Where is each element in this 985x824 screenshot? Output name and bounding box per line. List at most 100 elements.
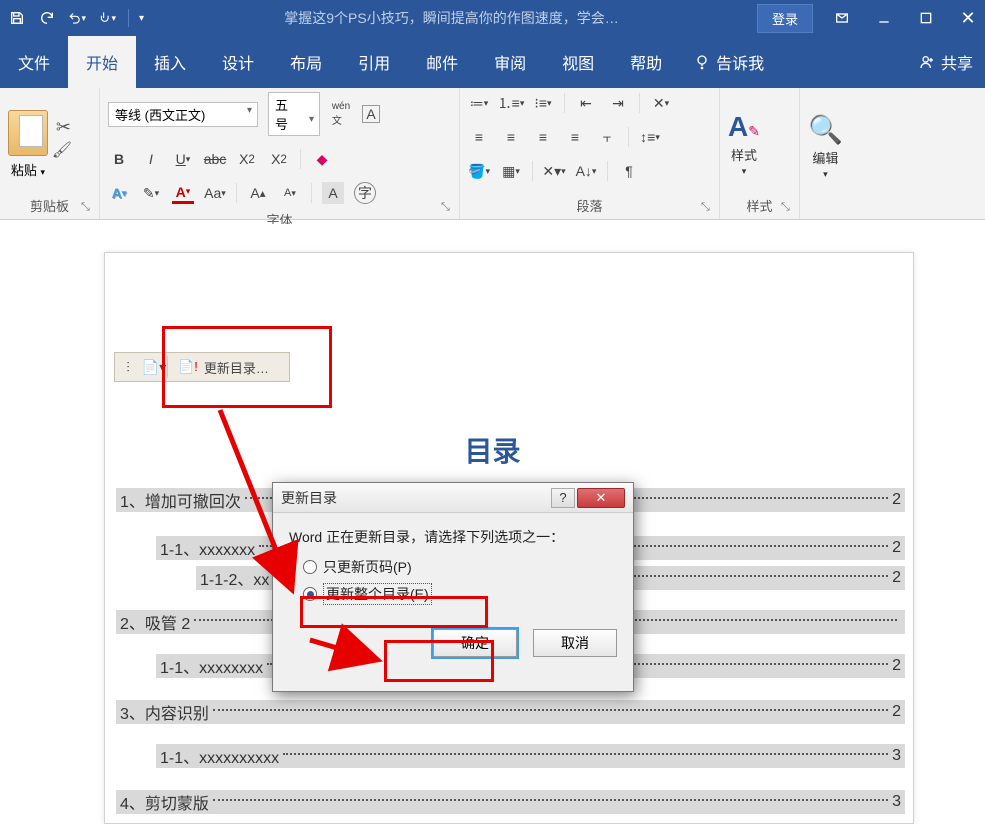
save-icon[interactable] (8, 9, 26, 27)
radio-label-pages: 只更新页码(P) (323, 557, 412, 577)
bullets-icon[interactable]: ≔ (468, 92, 490, 114)
asian-layout-icon[interactable]: ✕ (650, 92, 672, 114)
toc-entry[interactable]: 3、内容识别 2 (116, 700, 905, 724)
change-case-icon[interactable]: Aa (204, 182, 226, 204)
find-button[interactable]: 🔍 编辑 ▾ (808, 113, 843, 180)
tab-references[interactable]: 引用 (340, 36, 408, 88)
annotation-highlight-2 (300, 596, 488, 628)
character-border-icon[interactable]: A (362, 105, 380, 123)
ribbon: ✂ 粘贴 ▾ 🖌 剪贴板 ⤡ 等线 (西文正文) 五号 wén文 A B I U (0, 88, 985, 220)
tab-home[interactable]: 开始 (68, 36, 136, 88)
align-right-icon[interactable]: ≡ (532, 126, 554, 148)
grow-font-icon[interactable]: A▴ (247, 182, 269, 204)
toc-entry-text: 1-1、xxxxxxxx (160, 654, 263, 678)
strikethrough-icon[interactable]: abc (204, 148, 226, 170)
snap-to-grid-icon[interactable]: ✕▾ (543, 160, 565, 182)
tab-help[interactable]: 帮助 (612, 36, 680, 88)
subscript-icon[interactable]: X2 (236, 148, 258, 170)
toc-entry-text: 1-1、xxxxxxx (160, 536, 255, 560)
ribbon-tabs: 文件 开始 插入 设计 布局 引用 邮件 审阅 视图 帮助 告诉我 共享 (0, 36, 985, 88)
align-center-icon[interactable]: ≡ (500, 126, 522, 148)
toc-entry[interactable]: 1-1、xxxxxxxxxx3 (156, 744, 905, 768)
multilevel-list-icon[interactable]: ⁝≡ (532, 92, 554, 114)
group-clipboard: ✂ 粘贴 ▾ 🖌 剪贴板 ⤡ (0, 88, 100, 219)
font-size-select[interactable]: 五号 (268, 92, 320, 136)
tab-insert[interactable]: 插入 (136, 36, 204, 88)
distributed-icon[interactable]: ⫟ (596, 126, 618, 148)
ribbon-options-icon[interactable] (833, 9, 851, 27)
dialog-prompt: Word 正在更新目录，请选择下列选项之一： (289, 527, 617, 547)
toc-entry-page: 3 (892, 793, 901, 811)
toc-entry-page: 2 (892, 569, 901, 587)
qat-more-icon[interactable]: ▾ (128, 9, 146, 27)
font-dialog-launcher-icon[interactable]: ⤡ (441, 201, 455, 215)
radio-icon[interactable] (303, 560, 317, 574)
styles-dialog-launcher-icon[interactable]: ⤡ (781, 201, 795, 215)
show-marks-icon[interactable]: ¶ (618, 160, 640, 182)
decrease-indent-icon[interactable]: ⇤ (575, 92, 597, 114)
character-shading-icon[interactable]: A (322, 182, 344, 204)
tell-me-search[interactable]: 告诉我 (680, 36, 778, 88)
shading-icon[interactable]: 🪣 (468, 160, 490, 182)
tab-design[interactable]: 设计 (204, 36, 272, 88)
shrink-font-icon[interactable]: A▾ (279, 182, 301, 204)
close-icon[interactable]: ✕ (959, 9, 977, 27)
cancel-button[interactable]: 取消 (533, 629, 617, 657)
font-name-select[interactable]: 等线 (西文正文) (108, 102, 258, 127)
tell-me-label: 告诉我 (716, 50, 764, 74)
paragraph-dialog-launcher-icon[interactable]: ⤡ (701, 201, 715, 215)
toc-leader-dots (213, 799, 888, 801)
toc-entry-page: 2 (892, 703, 901, 721)
annotation-highlight-1 (162, 326, 332, 408)
highlight-icon[interactable]: ✎ (140, 182, 162, 204)
tab-review[interactable]: 审阅 (476, 36, 544, 88)
toc-entry[interactable]: 4、剪切蒙版3 (116, 790, 905, 814)
borders-icon[interactable]: ▦ (500, 160, 522, 182)
tab-mailings[interactable]: 邮件 (408, 36, 476, 88)
superscript-icon[interactable]: X2 (268, 148, 290, 170)
paste-icon[interactable]: ✂ (8, 110, 48, 156)
dialog-help-icon[interactable]: ? (551, 488, 575, 508)
phonetic-guide-icon[interactable]: wén文 (330, 103, 352, 125)
login-button[interactable]: 登录 (757, 4, 813, 33)
toc-gripper-icon[interactable]: ⫶ (115, 359, 141, 376)
clear-formatting-icon[interactable]: ◆ (311, 148, 333, 170)
numbering-icon[interactable]: ⒈≡ (500, 92, 522, 114)
dialog-titlebar[interactable]: 更新目录 ? ✕ (273, 483, 633, 513)
minimize-icon[interactable] (875, 9, 893, 27)
share-button[interactable]: 共享 (907, 36, 985, 88)
paste-button[interactable]: 粘贴 ▾ (11, 160, 45, 179)
dialog-title: 更新目录 (281, 488, 337, 508)
tab-layout[interactable]: 布局 (272, 36, 340, 88)
search-icon: 🔍 (808, 113, 843, 146)
dialog-close-icon[interactable]: ✕ (577, 488, 625, 508)
underline-icon[interactable]: U (172, 148, 194, 170)
justify-icon[interactable]: ≡ (564, 126, 586, 148)
radio-option-page-numbers[interactable]: 只更新页码(P) (303, 557, 617, 577)
enclose-characters-icon[interactable]: 字 (354, 182, 376, 204)
increase-indent-icon[interactable]: ⇥ (607, 92, 629, 114)
line-spacing-icon[interactable]: ↕≡ (639, 126, 661, 148)
share-label: 共享 (941, 50, 973, 74)
italic-icon[interactable]: I (140, 148, 162, 170)
group-label-editing (808, 200, 872, 217)
align-left-icon[interactable]: ≡ (468, 126, 490, 148)
toc-entry-page: 2 (892, 539, 901, 557)
format-painter-icon[interactable]: 🖌 (52, 140, 72, 160)
sort-icon[interactable]: A↓ (575, 160, 597, 182)
title-bar: ▾ ▾ ▾ 掌握这9个PS小技巧，瞬间提高你的作图速度，学会… 登录 ✕ (0, 0, 985, 36)
tab-view[interactable]: 视图 (544, 36, 612, 88)
bold-icon[interactable]: B (108, 148, 130, 170)
touch-mode-icon[interactable]: ▾ (98, 9, 116, 27)
text-effects-icon[interactable]: A (108, 182, 130, 204)
toc-entry-text: 3、内容识别 (120, 700, 209, 724)
tab-file[interactable]: 文件 (0, 36, 68, 88)
cut-icon[interactable]: ✂ (56, 117, 71, 138)
clipboard-dialog-launcher-icon[interactable]: ⤡ (81, 201, 95, 215)
maximize-icon[interactable] (917, 9, 935, 27)
repeat-icon[interactable] (38, 9, 56, 27)
styles-button[interactable]: A✎ 样式 ▾ (728, 111, 760, 177)
toc-entry-text: 1-1-2、xx (200, 566, 269, 590)
undo-icon[interactable]: ▾ (68, 9, 86, 27)
font-color-icon[interactable]: A (172, 182, 194, 204)
